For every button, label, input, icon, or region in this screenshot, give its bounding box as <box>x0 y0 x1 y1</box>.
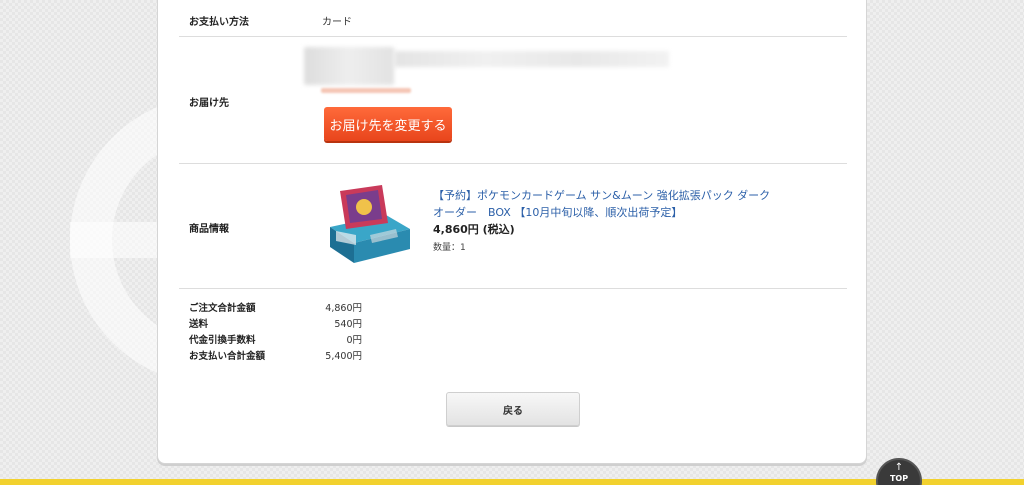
product-info-label: 商品情報 <box>189 224 229 235</box>
divider <box>179 288 847 289</box>
arrow-up-icon: ↑ <box>894 462 904 473</box>
cod-fee-label: 代金引換手数料 <box>189 335 256 346</box>
delivery-address-label: お届け先 <box>189 98 229 109</box>
cod-fee-value: 0円 <box>346 335 362 346</box>
delivery-address-redacted <box>304 47 394 85</box>
payment-total-value: 5,400円 <box>325 351 362 362</box>
shipping-fee-value: 540円 <box>334 319 362 330</box>
product-quantity: 数量：1 <box>433 243 466 253</box>
product-price: 4,860円 (税込) <box>433 223 515 236</box>
payment-total-label: お支払い合計金額 <box>189 351 266 362</box>
product-title-line2: オーダー BOX 【10月中旬以降、順次出荷予定】 <box>433 206 683 219</box>
payment-method-label: お支払い方法 <box>189 17 249 28</box>
order-confirmation-panel: お支払い方法 カード お届け先 お届け先を変更する 商品情報 【予約】ポケモンカ… <box>157 0 867 464</box>
payment-method-value: カード <box>322 17 352 28</box>
back-button[interactable]: 戻る <box>446 392 580 426</box>
product-title-link[interactable]: 【予約】ポケモンカードゲーム サン&ムーン 強化拡張パック ダーク オーダー B… <box>433 187 793 221</box>
product-image[interactable] <box>326 185 412 265</box>
order-total-label: ご注文合計金額 <box>189 303 256 314</box>
page-top-label: TOP <box>889 474 909 483</box>
page-top-button[interactable]: ↑ TOP <box>876 458 922 485</box>
footer-stripe <box>0 479 1024 485</box>
payment-method-row: お支払い方法 カード <box>179 0 847 37</box>
shipping-fee-label: 送料 <box>189 319 209 330</box>
product-title-line1: 【予約】ポケモンカードゲーム サン&ムーン 強化拡張パック ダーク <box>433 189 771 202</box>
divider <box>179 163 847 164</box>
background-decoration-bar <box>70 222 170 258</box>
change-delivery-address-button[interactable]: お届け先を変更する <box>324 107 452 141</box>
delivery-address-redacted-line <box>394 51 669 67</box>
delivery-address-redacted-accent <box>321 88 411 93</box>
order-total-value: 4,860円 <box>325 303 362 314</box>
